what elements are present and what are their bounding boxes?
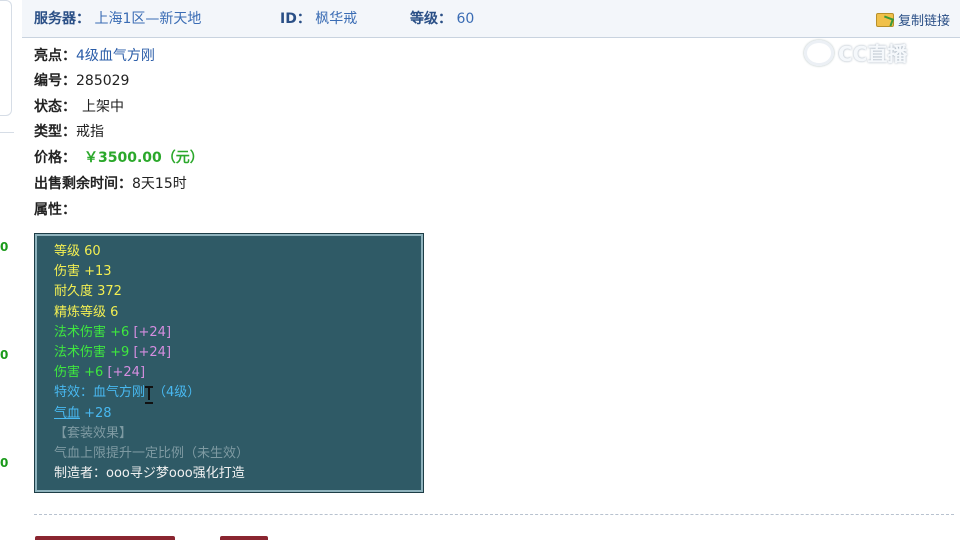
buy-button[interactable] [35, 536, 175, 540]
cc-logo-icon [804, 39, 834, 66]
bottom-separator [34, 514, 954, 515]
attr-level: 等级 60 [54, 244, 101, 259]
attr-magic-damage-2-value: 法术伤害 +9 [54, 344, 130, 360]
attr-damage-2-value: 伤害 +6 [54, 365, 104, 381]
server-info: 服务器： 上海1区—新天地 [34, 10, 201, 28]
level-value: 60 [456, 11, 475, 27]
type-value: 戒指 [76, 124, 104, 140]
copy-link-icon [875, 12, 894, 27]
level-info: 等级： 60 [410, 10, 474, 28]
status-row: 状态： 上架中 [34, 98, 124, 116]
left-number: 0 [0, 456, 9, 470]
highlight-row: 亮点：4级血气方刚 [34, 47, 155, 65]
price-row: 价格： ￥3500.00（元） [34, 149, 204, 167]
attr-special-effect: 特效：血气方刚 （4级） [54, 383, 421, 404]
attr-magic-damage-1: 法术伤害 +6 [+24] [54, 323, 421, 343]
header-bar: 服务器： 上海1区—新天地 ID： 枫华戒 等级： 60 复制链接 [22, 0, 960, 38]
attr-maker: 制造者：ooo寻ジ梦ooo强化打造 [54, 466, 245, 482]
attribute-panel: 等级 60 伤害 +13 耐久度 372 精炼等级 6 法术伤害 +6 [+24… [34, 233, 424, 493]
attr-hp-link[interactable]: 气血 [54, 406, 80, 421]
highlight-label: 亮点： [34, 48, 76, 64]
secondary-button[interactable] [220, 536, 268, 540]
left-divider [0, 132, 14, 133]
attr-magic-damage-1-bonus: [+24] [133, 324, 172, 340]
copy-link-button[interactable]: 复制链接 [875, 10, 950, 29]
copy-link-label: 复制链接 [897, 14, 950, 29]
attributes-row: 属性： [34, 201, 76, 219]
server-label: 服务器： [34, 11, 90, 27]
left-number: 0 [0, 240, 9, 254]
attributes-label: 属性： [34, 202, 76, 218]
attr-special-effect-level: （4级） [153, 385, 201, 401]
number-value: 285029 [76, 73, 130, 89]
attr-refine: 精炼等级 6 [54, 304, 119, 320]
type-label: 类型： [34, 124, 76, 140]
attr-damage-2: 伤害 +6 [+24] [54, 363, 421, 383]
watermark-text: CC直播 [838, 42, 908, 66]
attr-special-effect-name: 特效：血气方刚 [54, 385, 146, 401]
type-row: 类型：戒指 [34, 123, 104, 141]
left-number: 0 [0, 348, 9, 362]
price-label: 价格： [34, 150, 76, 166]
attr-damage: 伤害 +13 [54, 264, 112, 280]
highlight-value: 4级血气方刚 [76, 48, 155, 64]
id-info: ID： 枫华戒 [280, 10, 357, 28]
attr-set-description: 气血上限提升一定比例（未生效） [54, 445, 250, 461]
number-row: 编号：285029 [34, 72, 129, 90]
attr-hp: 气血 +28 [54, 404, 421, 424]
left-panel: 0 0 0 [0, 0, 14, 540]
remaining-time-row: 出售剩余时间：8天15时 [34, 175, 187, 193]
left-panel-box [0, 0, 12, 116]
level-label: 等级： [410, 11, 452, 27]
status-value: 上架中 [82, 99, 124, 115]
attr-magic-damage-2-bonus: [+24] [133, 344, 172, 360]
text-cursor-icon [145, 385, 154, 404]
attr-hp-value: +28 [80, 405, 112, 421]
remaining-time-value: 8天15时 [132, 176, 187, 192]
remaining-time-label: 出售剩余时间： [34, 176, 132, 192]
attr-magic-damage-2: 法术伤害 +9 [+24] [54, 343, 421, 363]
number-label: 编号： [34, 73, 76, 89]
id-value: 枫华戒 [315, 11, 358, 27]
attr-set-effect: 【套装效果】 [54, 425, 133, 441]
price-value: ￥3500.00（元） [84, 150, 204, 166]
attr-magic-damage-1-value: 法术伤害 +6 [54, 324, 130, 340]
id-label: ID： [280, 11, 311, 27]
attr-durability: 耐久度 372 [54, 284, 122, 300]
attr-damage-2-bonus: [+24] [107, 365, 146, 381]
status-label: 状态： [34, 99, 76, 115]
server-value: 上海1区—新天地 [94, 11, 202, 27]
cc-watermark: CC直播 [804, 38, 907, 67]
